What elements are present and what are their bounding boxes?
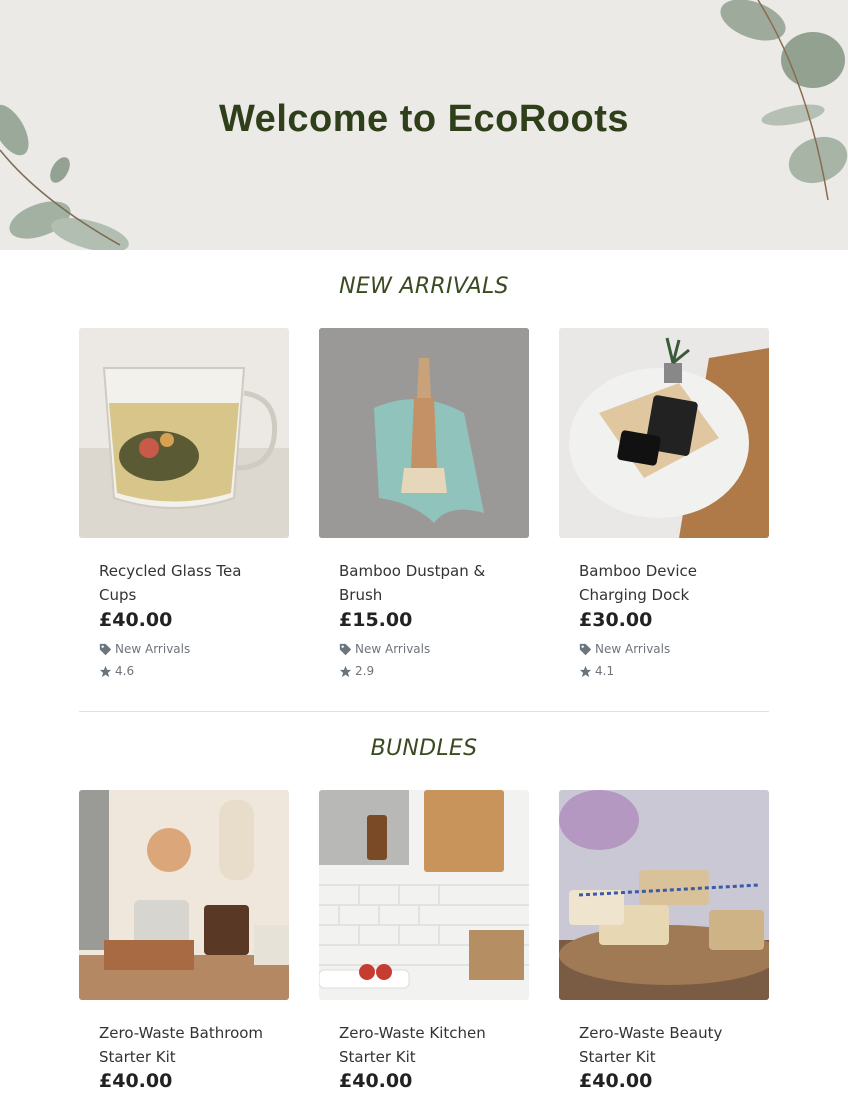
product-rating: 4.6 [99, 664, 134, 678]
star-icon [99, 665, 112, 677]
product-name[interactable]: Zero-Waste Bathroom Starter Kit [99, 1021, 274, 1069]
product-card[interactable]: Zero-Waste Kitchen Starter Kit £40.00 [319, 790, 529, 1099]
rating-value: 2.9 [355, 664, 375, 678]
category-label: New Arrivals [595, 642, 671, 656]
product-category: New Arrivals [339, 642, 430, 656]
product-card[interactable]: Bamboo Device Charging Dock £30.00 New A… [559, 328, 769, 688]
product-price: £40.00 [579, 1070, 653, 1092]
beauty-kit-image[interactable] [559, 790, 769, 1000]
brand-rest: Roots [518, 98, 629, 140]
product-name[interactable]: Bamboo Device Charging Dock [579, 559, 754, 607]
category-label: New Arrivals [355, 642, 431, 656]
product-rating: 4.1 [579, 664, 614, 678]
rating-value: 4.6 [115, 664, 135, 678]
product-card[interactable]: Recycled Glass Tea Cups £40.00 New Arriv… [79, 328, 289, 688]
page-title: Welcome to EcoRoots [0, 98, 848, 141]
product-name[interactable]: Zero-Waste Beauty Starter Kit [579, 1021, 754, 1069]
category-label: New Arrivals [115, 642, 191, 656]
product-price: £15.00 [339, 609, 413, 631]
product-name[interactable]: Bamboo Dustpan & Brush [339, 559, 514, 607]
title-prefix: Welcome to [219, 98, 448, 140]
section-title-bundles: BUNDLES [370, 736, 478, 761]
tea-cup-image[interactable] [79, 328, 289, 538]
tag-icon [339, 643, 352, 655]
bathroom-kit-image[interactable] [79, 790, 289, 1000]
brand-bold: Eco [447, 98, 519, 140]
star-icon [579, 665, 592, 677]
dustpan-image[interactable] [319, 328, 529, 538]
product-price: £40.00 [339, 1070, 413, 1092]
product-card[interactable]: Zero-Waste Bathroom Starter Kit £40.00 [79, 790, 289, 1099]
product-price: £40.00 [99, 609, 173, 631]
product-category: New Arrivals [99, 642, 190, 656]
product-rating: 2.9 [339, 664, 374, 678]
section-title-new-arrivals: NEW ARRIVALS [339, 274, 509, 299]
charging-dock-image[interactable] [559, 328, 769, 538]
product-price: £30.00 [579, 609, 653, 631]
product-card[interactable]: Zero-Waste Beauty Starter Kit £40.00 [559, 790, 769, 1099]
product-name[interactable]: Recycled Glass Tea Cups [99, 559, 274, 607]
kitchen-kit-image[interactable] [319, 790, 529, 1000]
product-price: £40.00 [99, 1070, 173, 1092]
star-icon [339, 665, 352, 677]
product-card[interactable]: Bamboo Dustpan & Brush £15.00 New Arriva… [319, 328, 529, 688]
rating-value: 4.1 [595, 664, 615, 678]
product-name[interactable]: Zero-Waste Kitchen Starter Kit [339, 1021, 514, 1069]
section-divider [79, 711, 769, 712]
product-category: New Arrivals [579, 642, 670, 656]
tag-icon [579, 643, 592, 655]
tag-icon [99, 643, 112, 655]
hero-banner: Welcome to EcoRoots [0, 0, 848, 250]
eucalyptus-leaves-left-decoration [0, 104, 129, 250]
